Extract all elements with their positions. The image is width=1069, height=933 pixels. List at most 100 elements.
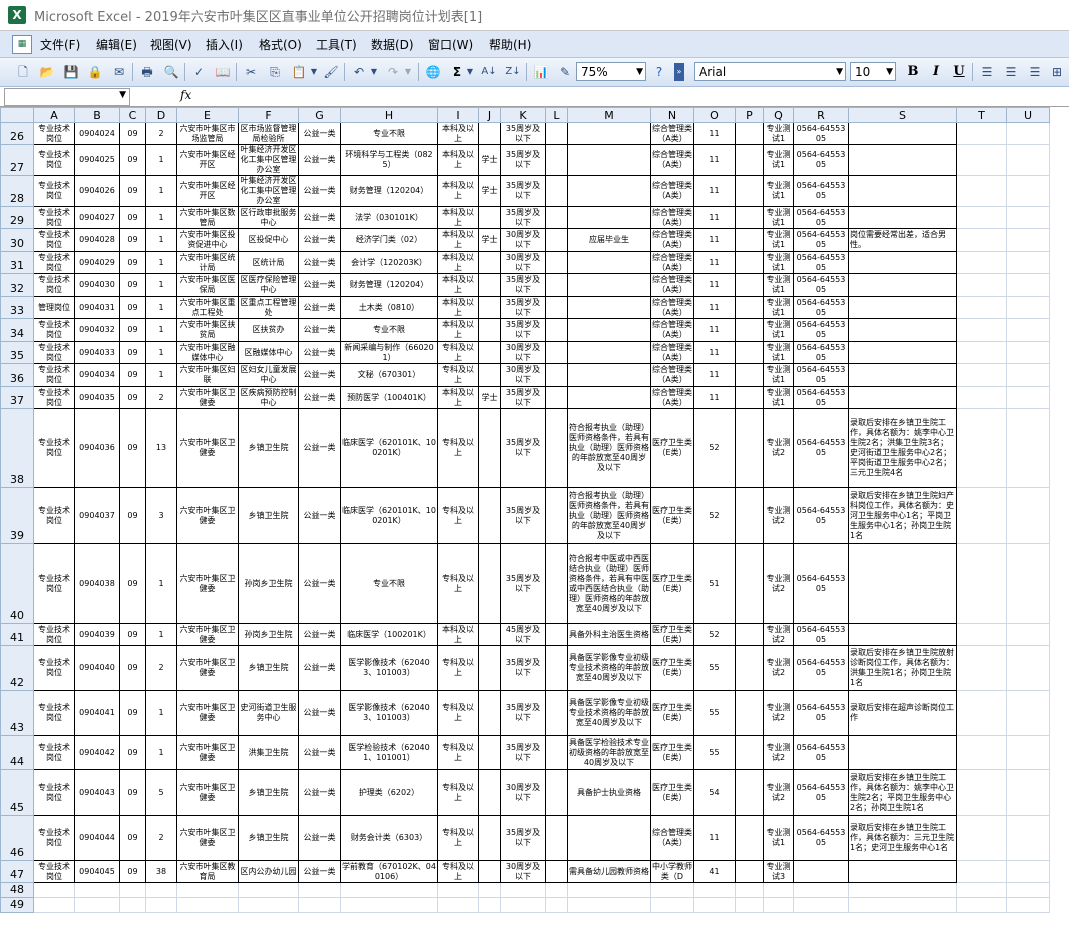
cell-a[interactable]: 专业技术岗位 [33,386,75,409]
cell-i[interactable]: 专科及以上 [437,341,479,364]
cell-e[interactable]: 六安市叶集区统计局 [176,251,239,274]
paste-icon[interactable]: 📋 [290,63,308,81]
cell-t[interactable] [956,882,1007,898]
cell-o[interactable]: 11 [693,815,736,861]
cell-k[interactable]: 35周岁及以下 [500,690,546,736]
cell-m[interactable] [567,122,651,145]
cell-s[interactable]: 录取后安排在乡镇卫生院放射诊断岗位工作，具体名额为：洪集卫生院1名；孙岗卫生院1… [848,645,957,691]
cell-f[interactable]: 区疾病预防控制中心 [238,386,299,409]
cell-o[interactable]: 51 [693,543,736,624]
column-header-q[interactable]: Q [763,107,794,123]
cell-h[interactable]: 法学（030101K） [340,206,438,229]
row-header[interactable]: 44 [0,735,34,770]
cell-h[interactable]: 文秘（670301） [340,363,438,387]
cell-n[interactable]: 医疗卫生类（E类） [650,769,694,816]
cell-j[interactable]: 学士 [478,386,501,409]
column-header-j[interactable]: J [478,107,501,123]
cell-q[interactable]: 专业测试2 [763,645,794,691]
cell-s[interactable] [848,341,957,364]
cell-l[interactable] [545,273,568,297]
cell-j[interactable] [478,882,501,898]
cell-f[interactable]: 区妇女儿童发展中心 [238,363,299,387]
cell-j[interactable] [478,815,501,861]
cell-a[interactable]: 专业技术岗位 [33,341,75,364]
cell-u[interactable] [1006,318,1050,342]
cell-a[interactable] [33,882,75,898]
cell-i[interactable]: 专科及以上 [437,487,479,544]
cell-m[interactable] [567,175,651,207]
row-header[interactable]: 48 [0,882,34,898]
cell-p[interactable] [735,296,764,319]
cell-r[interactable]: 0564-6455305 [793,341,849,364]
cell-g[interactable]: 公益一类 [298,175,341,207]
cell-b[interactable]: 0904033 [74,341,120,364]
print-preview-icon[interactable]: 🔍 [162,63,180,81]
cell-m[interactable] [567,251,651,274]
cell-s[interactable]: 岗位需要经常出差，适合男性。 [848,228,957,252]
cell-c[interactable]: 09 [119,543,146,624]
cell-k[interactable] [500,897,546,913]
undo-dropdown-icon[interactable]: ▼ [370,63,378,81]
cell-a[interactable]: 专业技术岗位 [33,122,75,145]
cell-l[interactable] [545,251,568,274]
cell-u[interactable] [1006,897,1050,913]
cell-n[interactable] [650,882,694,898]
cell-a[interactable]: 专业技术岗位 [33,815,75,861]
row-header[interactable]: 31 [0,251,34,274]
cell-e[interactable] [176,882,239,898]
cell-t[interactable] [956,690,1007,736]
cell-i[interactable]: 本科及以上 [437,122,479,145]
cell-u[interactable] [1006,408,1050,488]
cell-a[interactable]: 专业技术岗位 [33,251,75,274]
cell-j[interactable] [478,897,501,913]
redo-icon[interactable]: ↷ [384,63,402,81]
cell-t[interactable] [956,897,1007,913]
cell-n[interactable]: 综合管理类（A类） [650,144,694,176]
cell-m[interactable] [567,273,651,297]
cell-t[interactable] [956,623,1007,646]
cell-b[interactable]: 0904025 [74,144,120,176]
cell-l[interactable] [545,623,568,646]
cell-g[interactable]: 公益一类 [298,860,341,883]
cell-o[interactable]: 11 [693,363,736,387]
cell-t[interactable] [956,408,1007,488]
align-right-icon[interactable]: ☰ [1026,63,1044,81]
undo-icon[interactable]: ↶ [350,63,368,81]
cell-l[interactable] [545,487,568,544]
cell-h[interactable]: 医学影像技术（620403、101003） [340,690,438,736]
cell-d[interactable]: 1 [145,144,177,176]
column-header-f[interactable]: F [238,107,299,123]
cell-l[interactable] [545,735,568,770]
cell-o[interactable]: 11 [693,341,736,364]
cell-r[interactable] [793,897,849,913]
menu-help[interactable]: 帮助(H) [489,36,531,53]
cell-k[interactable]: 35周岁及以下 [500,206,546,229]
cell-f[interactable]: 区行政审批服务中心 [238,206,299,229]
cell-o[interactable] [693,897,736,913]
cell-f[interactable]: 区扶贫办 [238,318,299,342]
cell-b[interactable]: 0904041 [74,690,120,736]
chevron-down-icon[interactable]: ▼ [886,63,893,82]
cell-p[interactable] [735,228,764,252]
cell-r[interactable]: 0564-6455305 [793,408,849,488]
cell-b[interactable]: 0904029 [74,251,120,274]
cell-k[interactable]: 30周岁及以下 [500,769,546,816]
cell-s[interactable] [848,860,957,883]
cell-r[interactable]: 0564-6455305 [793,487,849,544]
font-size-combo[interactable]: 10 ▼ [850,62,896,81]
cell-n[interactable]: 医疗卫生类（E类） [650,735,694,770]
cell-a[interactable]: 专业技术岗位 [33,487,75,544]
cell-u[interactable] [1006,623,1050,646]
cell-s[interactable] [848,144,957,176]
spelling-icon[interactable]: ✓ [190,63,208,81]
cell-r[interactable]: 0564-6455305 [793,690,849,736]
cell-f[interactable]: 区重点工程管理处 [238,296,299,319]
cell-u[interactable] [1006,175,1050,207]
cell-t[interactable] [956,122,1007,145]
cell-c[interactable]: 09 [119,228,146,252]
cell-k[interactable]: 30周岁及以下 [500,363,546,387]
chevron-down-icon[interactable]: ▼ [119,90,126,100]
cell-f[interactable]: 区融媒体中心 [238,341,299,364]
cell-l[interactable] [545,228,568,252]
cell-e[interactable]: 六安市叶集区医保局 [176,273,239,297]
